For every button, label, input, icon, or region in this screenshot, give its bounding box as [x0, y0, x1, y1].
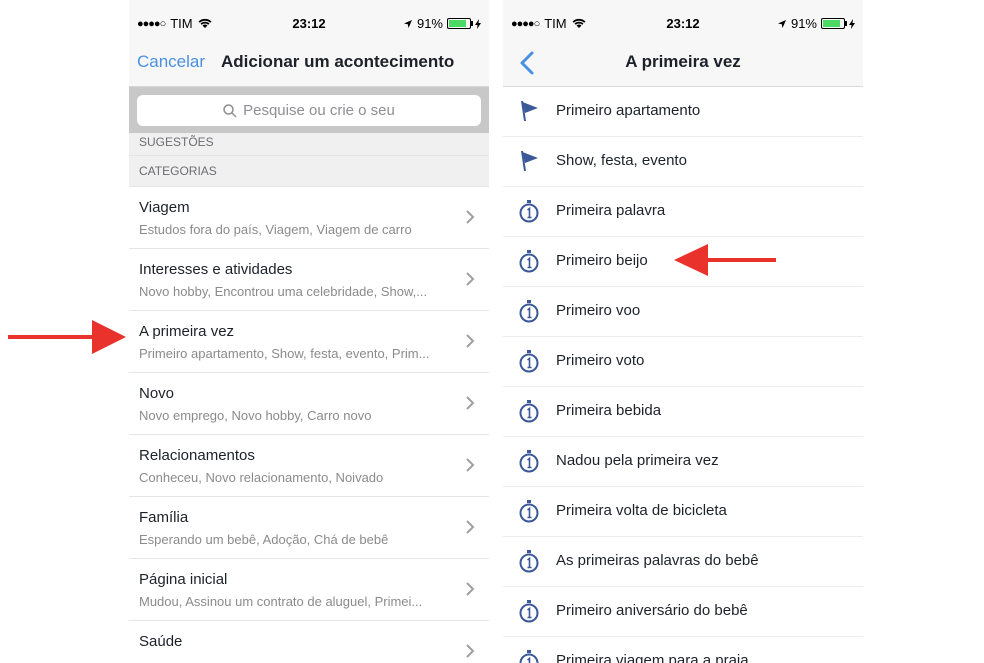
category-row[interactable]: Página inicial Mudou, Assinou um contrato…: [129, 559, 489, 621]
category-subtitle: Novo emprego, Novo hobby, Carro novo: [139, 408, 372, 423]
chevron-right-icon: [466, 458, 475, 472]
category-list: Viagem Estudos fora do país, Viagem, Viag…: [129, 187, 489, 663]
first-time-label: Primeiro voo: [556, 302, 641, 319]
first-time-item[interactable]: Primeira volta de bicicleta: [503, 487, 863, 537]
chevron-right-icon: [466, 210, 475, 224]
first-time-item[interactable]: Primeira bebida: [503, 387, 863, 437]
annotation-arrow-right: [674, 244, 776, 276]
battery-percent: 91%: [416, 16, 443, 31]
chevron-right-icon: [466, 520, 475, 534]
first-time-item[interactable]: Primeira palavra: [503, 187, 863, 237]
first-time-label: Primeira volta de bicicleta: [556, 502, 727, 519]
first-time-item[interactable]: Primeira viagem para a praia: [503, 637, 863, 663]
status-bar: ●●●●○ TIM 23:12 91%: [129, 0, 489, 40]
search-placeholder: Pesquise ou crie o seu: [243, 102, 395, 119]
category-row[interactable]: Saúde: [129, 621, 489, 663]
category-title: Novo: [139, 385, 175, 402]
first-time-label: Show, festa, evento: [556, 152, 687, 169]
battery-percent: 91%: [790, 16, 817, 31]
add-event-screen: ●●●●○ TIM 23:12 91% Cancelar Adicionar u…: [129, 0, 489, 663]
battery-icon: [821, 18, 847, 29]
first-time-item[interactable]: Primeiro aniversário do bebê: [503, 587, 863, 637]
first-time-item[interactable]: Primeiro voo: [503, 287, 863, 337]
stopwatch-icon: [517, 199, 541, 223]
stopwatch-icon: [517, 499, 541, 523]
search-icon: [223, 103, 237, 118]
first-time-screen: ●●●●○ TIM 23:12 91% A primeira vez Prime…: [503, 0, 863, 663]
first-time-item[interactable]: As primeiras palavras do bebê: [503, 537, 863, 587]
chevron-right-icon: [466, 334, 475, 348]
stopwatch-icon: [517, 399, 541, 423]
stopwatch-icon: [517, 599, 541, 623]
cancel-button[interactable]: Cancelar: [137, 52, 205, 72]
chevron-right-icon: [466, 272, 475, 286]
location-arrow-icon: [403, 19, 412, 28]
annotation-arrow-left: [8, 320, 126, 354]
first-time-label: Primeiro apartamento: [556, 102, 701, 119]
first-time-item[interactable]: Primeiro apartamento: [503, 87, 863, 137]
status-bar: ●●●●○ TIM 23:12 91%: [503, 0, 863, 40]
first-time-list: Primeiro apartamento Show, festa, evento P…: [503, 87, 863, 663]
stopwatch-icon: [517, 349, 541, 373]
search-bar: Pesquise ou crie o seu: [129, 87, 489, 133]
search-input[interactable]: Pesquise ou crie o seu: [137, 95, 481, 126]
stopwatch-icon: [517, 299, 541, 323]
category-subtitle: Conheceu, Novo relacionamento, Noivado: [139, 470, 384, 485]
category-title: A primeira vez: [139, 323, 235, 340]
category-title: Viagem: [139, 199, 190, 216]
category-subtitle: Mudou, Assinou um contrato de aluguel, P…: [139, 594, 423, 609]
chevron-right-icon: [466, 582, 475, 596]
first-time-label: Nadou pela primeira vez: [556, 452, 719, 469]
category-subtitle: Primeiro apartamento, Show, festa, event…: [139, 346, 430, 361]
first-time-label: Primeira palavra: [556, 202, 666, 219]
category-row[interactable]: Relacionamentos Conheceu, Novo relacionam…: [129, 435, 489, 497]
first-time-item[interactable]: Show, festa, evento: [503, 137, 863, 187]
page-title: Adicionar um acontecimento: [221, 52, 455, 71]
first-time-label: Primeira bebida: [556, 402, 662, 419]
category-row[interactable]: A primeira vez Primeiro apartamento, Show…: [129, 311, 489, 373]
charging-icon: [849, 18, 855, 29]
stopwatch-icon: [517, 449, 541, 473]
nav-bar: A primeira vez: [503, 40, 863, 87]
category-subtitle: Novo hobby, Encontrou uma celebridade, S…: [139, 284, 428, 299]
first-time-label: Primeiro aniversário do bebê: [556, 602, 748, 619]
category-title: Saúde: [139, 633, 183, 650]
category-row[interactable]: Interesses e atividades Novo hobby, Encon…: [129, 249, 489, 311]
charging-icon: [475, 18, 481, 29]
first-time-item[interactable]: Nadou pela primeira vez: [503, 437, 863, 487]
category-title: Família: [139, 509, 189, 526]
category-row[interactable]: Novo Novo emprego, Novo hobby, Carro novo: [129, 373, 489, 435]
first-time-item[interactable]: Primeiro voto: [503, 337, 863, 387]
first-time-label: As primeiras palavras do bebê: [556, 552, 759, 569]
battery-icon: [447, 18, 473, 29]
section-header-categories: CATEGORIAS: [129, 156, 489, 187]
first-time-label: Primeiro beijo: [556, 252, 648, 269]
chevron-right-icon: [466, 644, 475, 658]
first-time-label: Primeiro voto: [556, 352, 645, 369]
category-row[interactable]: Viagem Estudos fora do país, Viagem, Viag…: [129, 187, 489, 249]
chevron-right-icon: [466, 396, 475, 410]
stopwatch-icon: [517, 249, 541, 273]
location-arrow-icon: [777, 19, 786, 28]
stopwatch-icon: [517, 649, 541, 663]
category-row[interactable]: Família Esperando um bebê, Adoção, Chá de…: [129, 497, 489, 559]
category-title: Interesses e atividades: [139, 261, 293, 278]
page-title: A primeira vez: [625, 52, 741, 71]
category-title: Relacionamentos: [139, 447, 255, 464]
section-header-suggestions: SUGESTÕES: [129, 133, 489, 156]
stopwatch-icon: [517, 549, 541, 573]
category-subtitle: Estudos fora do país, Viagem, Viagem de …: [139, 222, 412, 237]
category-title: Página inicial: [139, 571, 228, 588]
nav-bar: Cancelar Adicionar um acontecimento: [129, 40, 489, 87]
flag-icon: [517, 149, 541, 173]
first-time-label: Primeira viagem para a praia: [556, 652, 749, 663]
category-subtitle: Esperando um bebê, Adoção, Chá de bebê: [139, 532, 389, 547]
flag-icon: [517, 99, 541, 123]
